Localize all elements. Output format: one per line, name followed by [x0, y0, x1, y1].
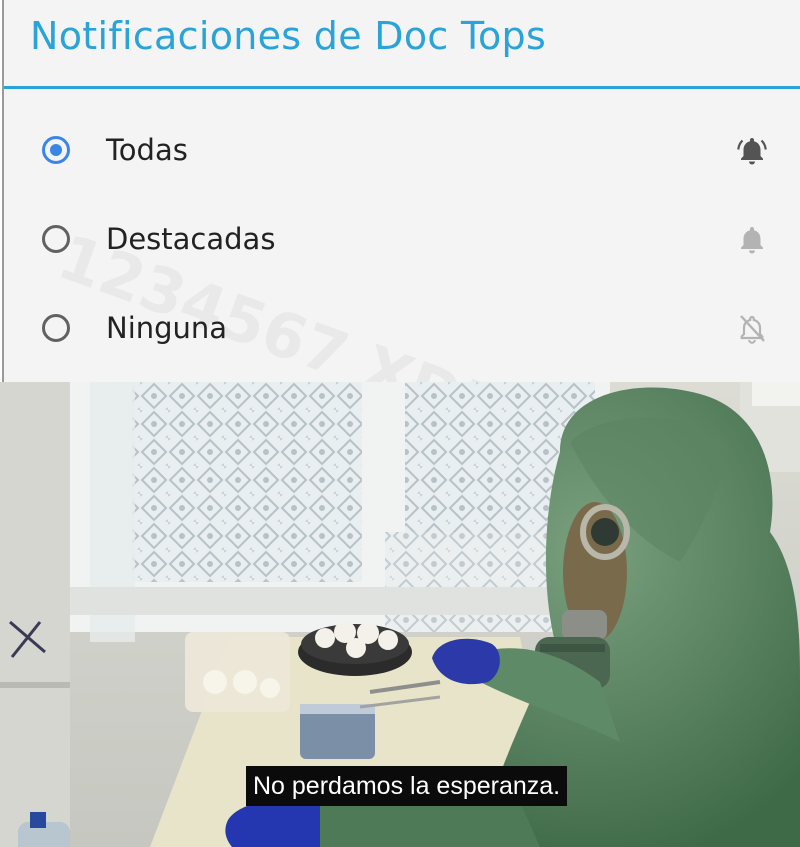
meme-caption: No perdamos la esperanza.: [246, 766, 568, 806]
notification-dialog: Notificaciones de Doc Tops 1234567 XDDD …: [2, 0, 800, 468]
option-ninguna[interactable]: Ninguna: [4, 284, 800, 372]
bell-icon: [741, 227, 763, 254]
dialog-title: Notificaciones de Doc Tops: [30, 14, 547, 58]
option-label-todas: Todas: [106, 133, 188, 167]
bell-off-icon: [740, 315, 765, 344]
bell-ringing-icon: [737, 138, 767, 165]
option-label-ninguna: Ninguna: [106, 311, 228, 345]
radio-destacadas[interactable]: [42, 225, 70, 253]
option-label-destacadas: Destacadas: [106, 222, 276, 256]
option-destacadas[interactable]: Destacadas: [4, 195, 800, 283]
option-todas[interactable]: Todas: [4, 106, 800, 194]
radio-todas[interactable]: [42, 136, 70, 164]
title-divider: [4, 86, 800, 89]
radio-ninguna[interactable]: [42, 314, 70, 342]
